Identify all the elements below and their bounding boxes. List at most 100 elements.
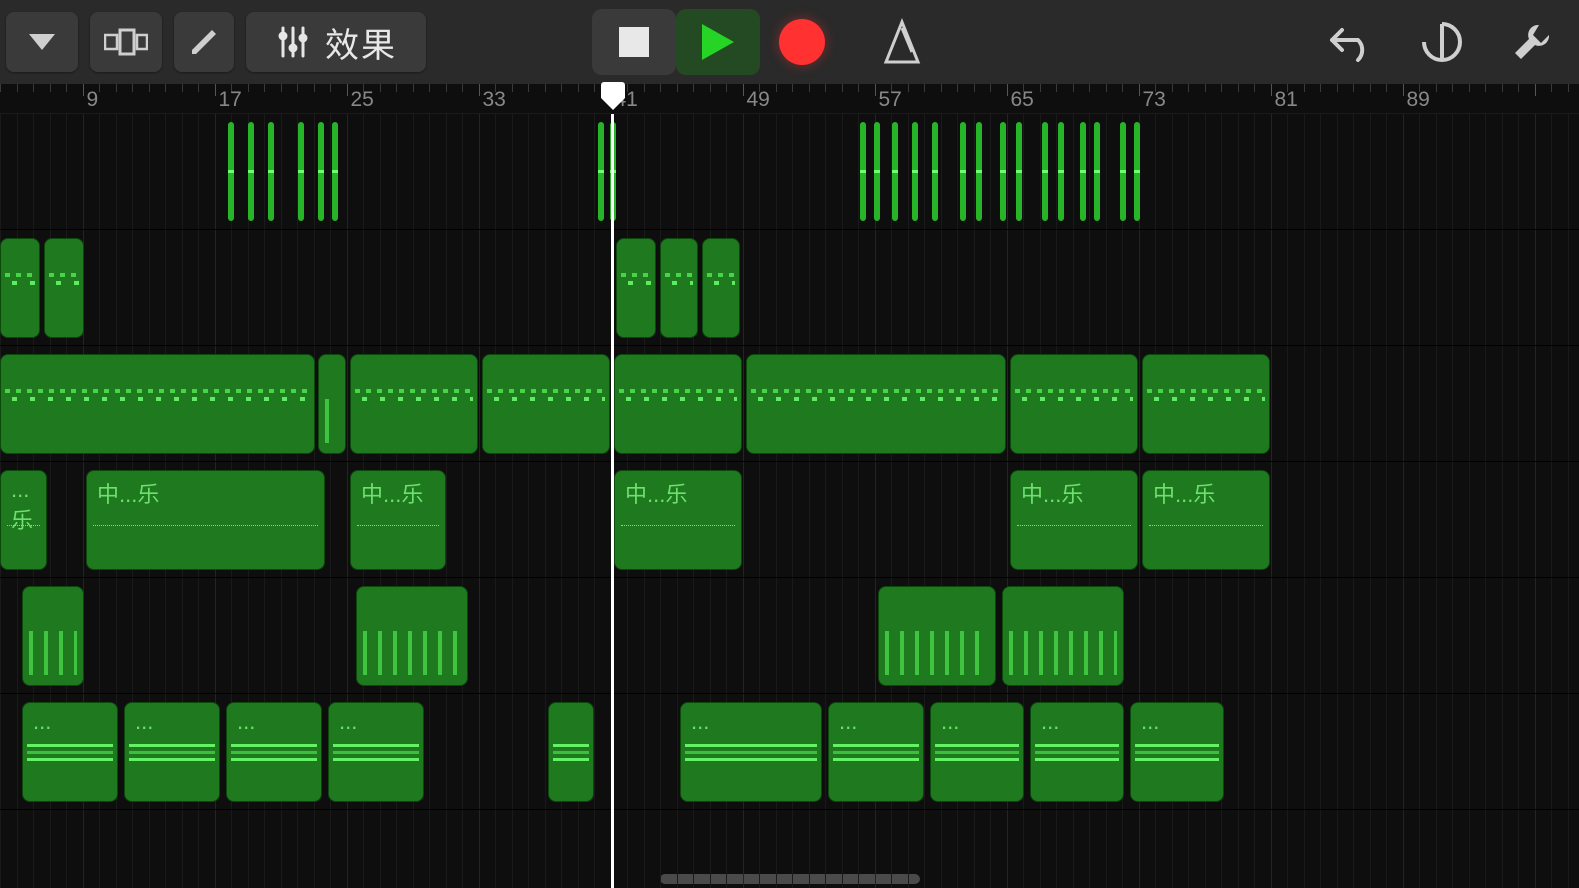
region-label: 中...乐 <box>1021 477 1083 509</box>
midi-region[interactable] <box>874 122 880 221</box>
midi-region[interactable] <box>268 122 274 221</box>
midi-region[interactable] <box>228 122 234 221</box>
midi-region[interactable] <box>912 122 918 221</box>
timeline-ruler[interactable]: 917253341495773818965 <box>0 84 1579 114</box>
midi-region[interactable] <box>960 122 966 221</box>
region-select-button[interactable] <box>90 12 162 72</box>
midi-region[interactable] <box>616 238 656 338</box>
midi-region[interactable] <box>1002 586 1124 686</box>
effects-label: 效果 <box>325 18 397 67</box>
midi-region[interactable] <box>0 238 40 338</box>
midi-region[interactable]: ... <box>124 702 220 802</box>
region-label: ... <box>1141 709 1159 735</box>
midi-region[interactable] <box>1080 122 1086 221</box>
right-tools <box>1325 15 1579 69</box>
midi-region[interactable]: 中...乐 <box>1142 470 1270 570</box>
track-lane[interactable] <box>0 578 1579 694</box>
toolbar: 效果 <box>0 0 1579 84</box>
midi-region[interactable] <box>598 122 604 221</box>
midi-region[interactable] <box>298 122 304 221</box>
midi-region[interactable] <box>350 354 478 454</box>
undo-button[interactable] <box>1325 15 1379 69</box>
midi-region[interactable] <box>1094 122 1100 221</box>
midi-region[interactable] <box>1058 122 1064 221</box>
play-button[interactable] <box>676 9 760 75</box>
midi-region[interactable]: ... <box>226 702 322 802</box>
midi-region[interactable]: 中...乐 <box>614 470 742 570</box>
region-label: ... <box>839 709 857 735</box>
midi-region[interactable] <box>1016 122 1022 221</box>
region-label: ... <box>237 709 255 735</box>
midi-region[interactable]: ... <box>680 702 822 802</box>
midi-region[interactable] <box>318 354 346 454</box>
ruler-bar-label: 57 <box>879 88 902 112</box>
midi-region[interactable] <box>1134 122 1140 221</box>
midi-region[interactable] <box>1042 122 1048 221</box>
horizontal-scrollbar[interactable] <box>660 874 920 884</box>
region-label: 中...乐 <box>1153 477 1215 509</box>
stop-button[interactable] <box>592 9 676 75</box>
midi-region[interactable] <box>746 354 1006 454</box>
midi-region[interactable]: 中...乐 <box>86 470 325 570</box>
region-label: ... <box>1041 709 1059 735</box>
midi-region[interactable] <box>1120 122 1126 221</box>
midi-region[interactable]: ... <box>1030 702 1124 802</box>
playhead-handle[interactable] <box>599 82 627 112</box>
track-lane[interactable]: ........................... <box>0 694 1579 810</box>
midi-region[interactable] <box>248 122 254 221</box>
region-label: ... <box>691 709 709 735</box>
song-menu-button[interactable] <box>6 12 78 72</box>
midi-region[interactable] <box>892 122 898 221</box>
midi-region[interactable] <box>976 122 982 221</box>
midi-region[interactable]: ... <box>328 702 424 802</box>
midi-region[interactable]: ... <box>1130 702 1224 802</box>
settings-wrench-button[interactable] <box>1505 15 1559 69</box>
mixer-effects-button[interactable]: 效果 <box>246 12 426 72</box>
midi-region[interactable] <box>332 122 338 221</box>
midi-region[interactable] <box>860 122 866 221</box>
midi-region[interactable] <box>482 354 610 454</box>
loop-button[interactable] <box>1415 15 1469 69</box>
region-label: ... <box>941 709 959 735</box>
midi-region[interactable]: ... <box>22 702 118 802</box>
ruler-bar-label: 65 <box>1011 88 1034 112</box>
sliders-icon <box>275 24 311 60</box>
track-lane[interactable] <box>0 346 1579 462</box>
midi-region[interactable]: 中...乐 <box>1010 470 1138 570</box>
pencil-tool-button[interactable] <box>174 12 234 72</box>
ruler-bar-label: 81 <box>1275 88 1298 112</box>
midi-region[interactable] <box>878 586 996 686</box>
midi-region[interactable] <box>610 122 616 221</box>
timeline[interactable]: ...乐 中...乐 中...乐 中...乐 中...乐 中...乐...........… <box>0 114 1579 888</box>
midi-region[interactable]: 中...乐 <box>350 470 446 570</box>
transport-controls <box>592 9 932 75</box>
midi-region[interactable] <box>356 586 468 686</box>
midi-region[interactable] <box>932 122 938 221</box>
record-button[interactable] <box>760 9 844 75</box>
track-lane[interactable] <box>0 230 1579 346</box>
midi-region[interactable] <box>614 354 742 454</box>
ruler-bar-label: 89 <box>1407 88 1430 112</box>
track-lane[interactable]: ...乐 中...乐 中...乐 中...乐 中...乐 中...乐 <box>0 462 1579 578</box>
midi-region[interactable] <box>1010 354 1138 454</box>
midi-region[interactable] <box>22 586 84 686</box>
midi-region[interactable] <box>44 238 84 338</box>
midi-region[interactable] <box>0 354 315 454</box>
midi-region[interactable]: ...乐 <box>0 470 47 570</box>
region-label: 中...乐 <box>361 477 423 509</box>
midi-region[interactable] <box>660 238 698 338</box>
region-label: ... <box>33 709 51 735</box>
midi-region[interactable]: ... <box>930 702 1024 802</box>
region-label: 中...乐 <box>625 477 687 509</box>
midi-region[interactable] <box>318 122 324 221</box>
region-label: ...乐 <box>11 477 46 535</box>
midi-region[interactable] <box>548 702 594 802</box>
midi-region[interactable] <box>702 238 740 338</box>
metronome-button[interactable] <box>872 12 932 72</box>
midi-region[interactable] <box>1000 122 1006 221</box>
midi-region[interactable]: ... <box>828 702 924 802</box>
ruler-bar-label: 25 <box>351 88 374 112</box>
record-icon <box>779 19 825 65</box>
midi-region[interactable] <box>1142 354 1270 454</box>
track-lane[interactable] <box>0 114 1579 230</box>
